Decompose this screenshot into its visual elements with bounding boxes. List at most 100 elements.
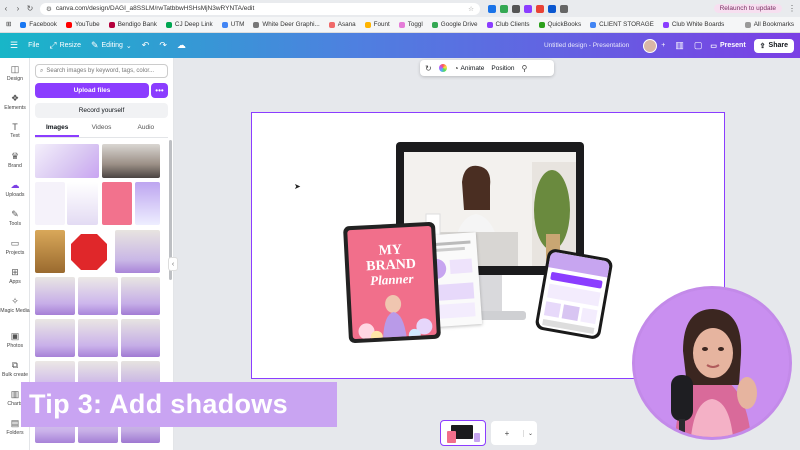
site-info-icon[interactable]: ⚙ [46, 5, 52, 13]
bookmark-item[interactable]: CLIENT STORAGE [590, 21, 654, 28]
search-input[interactable]: ⌕ Search images by keyword, tags, color.… [35, 64, 168, 78]
bookmark-item[interactable]: UTM [221, 21, 245, 28]
bookmark-star-icon[interactable]: ☆ [468, 5, 474, 13]
upload-thumbnail[interactable] [35, 182, 65, 225]
bookmark-item[interactable]: Google Drive [431, 21, 478, 28]
upload-files-button[interactable]: Upload files [35, 83, 149, 98]
present-button[interactable]: ▭ Present [710, 42, 745, 50]
back-icon[interactable]: ‹ [0, 4, 12, 13]
extension-icon[interactable] [488, 4, 496, 13]
bookmark-item[interactable]: YouTube [65, 21, 100, 28]
all-bookmarks[interactable]: All Bookmarks [744, 21, 794, 28]
extension-icon[interactable] [560, 4, 568, 13]
bookmark-item[interactable]: White Deer Graphi... [253, 21, 320, 28]
bookmark-label: Club Clients [495, 21, 530, 28]
bookmark-item[interactable]: Facebook [20, 21, 57, 28]
apps-grid-icon[interactable]: ⊞ [6, 21, 11, 28]
rail-text[interactable]: T Text [0, 122, 30, 139]
extension-icon[interactable] [536, 4, 544, 13]
upload-thumbnail[interactable] [102, 144, 160, 178]
sparkle-icon: ✧ [11, 296, 19, 306]
record-yourself-button[interactable]: Record yourself [35, 103, 168, 118]
storage-icon [590, 21, 597, 28]
upload-thumbnail[interactable] [102, 182, 132, 225]
color-picker-icon[interactable] [438, 64, 447, 72]
add-collaborator-icon[interactable]: + [661, 42, 665, 49]
forward-icon[interactable]: › [12, 4, 24, 13]
bookmark-item[interactable]: QuickBooks [538, 21, 581, 28]
rail-brand[interactable]: ♛ Brand [0, 151, 30, 169]
address-bar[interactable]: ⚙ canva.com/design/DAGI_a8SSLM/rwTatbbwH… [40, 2, 480, 15]
upload-more-button[interactable]: ••• [151, 83, 168, 98]
comment-icon[interactable]: ▢ [694, 40, 703, 51]
extension-icon[interactable] [500, 4, 508, 13]
redo-icon[interactable]: ↷ [159, 40, 167, 51]
tab-videos[interactable]: Videos [79, 124, 123, 137]
position-button[interactable]: Position [491, 65, 514, 72]
page-thumbnail[interactable] [440, 420, 486, 446]
editing-mode-dropdown[interactable]: ✎ Editing ⌄ [91, 40, 132, 51]
bookmark-item[interactable]: Fount [364, 21, 390, 28]
add-page-button[interactable]: + ⌄ [491, 421, 537, 445]
design-icon: ◫ [10, 64, 20, 74]
resize-button[interactable]: ⤢ Resize [49, 40, 81, 51]
file-menu[interactable]: File [28, 42, 39, 49]
share-button[interactable]: ⇪ Share [753, 38, 794, 53]
insights-icon[interactable]: ▥ [675, 40, 684, 51]
bookmark-item[interactable]: Club White Boards [662, 21, 724, 28]
relaunch-button[interactable]: Relaunch to update [713, 4, 782, 13]
tablet-mockup[interactable]: MY BRAND Planner [343, 221, 441, 344]
menu-icon[interactable]: ☰ [10, 40, 18, 51]
upload-cloud-icon: ☁ [10, 180, 20, 190]
upload-thumbnail[interactable] [78, 277, 118, 315]
upload-thumbnail[interactable] [67, 182, 98, 225]
rail-apps[interactable]: ⊞ Apps [0, 267, 30, 285]
tab-audio[interactable]: Audio [124, 124, 168, 137]
upload-thumbnail[interactable] [35, 144, 99, 178]
phone-mockup[interactable] [534, 247, 614, 341]
bookmark-item[interactable]: Toggl [398, 21, 423, 28]
rail-uploads[interactable]: ☁ Uploads [0, 180, 30, 198]
upload-thumbnail[interactable] [121, 277, 160, 315]
upload-thumbnail[interactable] [135, 182, 160, 225]
design-title[interactable]: Untitled design - Presentation [544, 42, 629, 49]
rail-magic-media[interactable]: ✧ Magic Media [0, 296, 30, 314]
bookmark-item[interactable]: Asana [328, 21, 356, 28]
tab-images[interactable]: Images [35, 124, 80, 137]
bookmark-item[interactable]: Bendigo Bank [108, 21, 157, 28]
bookmark-label: Fount [373, 21, 390, 28]
avatar[interactable] [643, 38, 658, 53]
copy-style-icon[interactable]: ⚲ [522, 64, 528, 73]
phone-screen [537, 251, 611, 337]
bookmark-item[interactable]: CJ Deep Link [165, 21, 213, 28]
reload-icon[interactable]: ↻ [24, 4, 36, 13]
chevron-down-icon[interactable]: ⌄ [523, 429, 537, 437]
browser-menu-icon[interactable]: ⋮ [788, 4, 796, 13]
bookmark-label: UTM [230, 21, 245, 28]
upload-thumbnail[interactable] [115, 230, 160, 273]
upload-thumbnail[interactable] [35, 277, 75, 315]
rail-tools[interactable]: ✎ Tools [0, 209, 30, 227]
rail-bulk-create[interactable]: ⧉ Bulk create [0, 360, 30, 378]
bookmark-item[interactable]: Club Clients [486, 21, 530, 28]
extension-icon[interactable] [548, 4, 556, 13]
undo-icon[interactable]: ↶ [142, 40, 150, 51]
rail-photos[interactable]: ▣ Photos [0, 331, 30, 349]
upload-thumbnail[interactable] [35, 230, 65, 273]
rail-elements[interactable]: ❖ Elements [0, 93, 30, 111]
extension-icon[interactable] [512, 4, 520, 13]
cloud-save-icon[interactable]: ☁ [177, 40, 186, 51]
replace-icon[interactable]: ↻ [425, 64, 432, 73]
extension-icon[interactable] [524, 4, 532, 13]
upload-thumbnail[interactable] [121, 319, 160, 357]
animate-button[interactable]: ◔ Animate [454, 64, 485, 73]
share-label: Share [768, 42, 788, 49]
rail-label: Projects [5, 250, 25, 256]
rail-design[interactable]: ◫ Design [0, 64, 30, 82]
upload-thumbnail[interactable] [78, 319, 118, 357]
folder-icon: ▭ [10, 238, 20, 248]
collapse-panel-handle[interactable]: ‹ [168, 257, 178, 271]
upload-thumbnail[interactable] [67, 230, 111, 273]
upload-thumbnail[interactable] [35, 319, 75, 357]
rail-projects[interactable]: ▭ Projects [0, 238, 30, 256]
